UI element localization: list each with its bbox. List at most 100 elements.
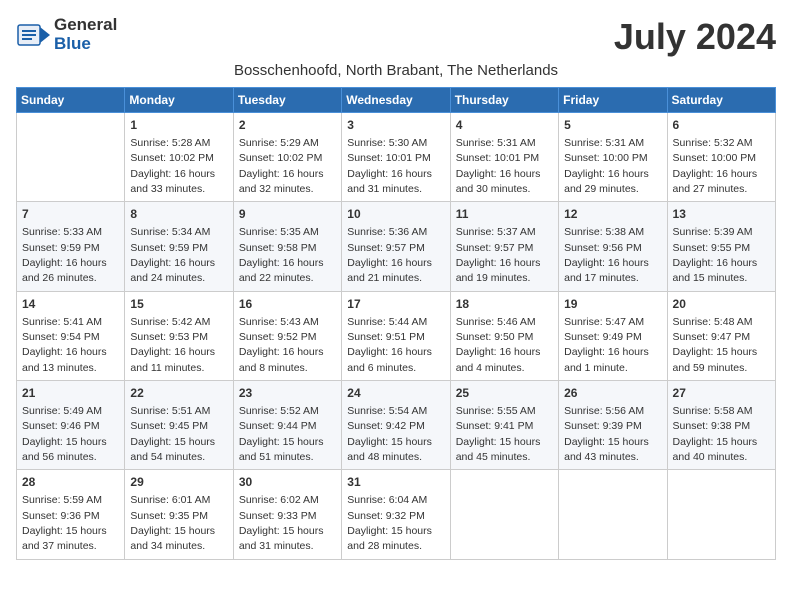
day-number: 18 — [456, 296, 553, 313]
weekday-header-monday: Monday — [125, 88, 233, 113]
day-number: 22 — [130, 385, 227, 402]
calendar-cell: 25 Sunrise: 5:55 AMSunset: 9:41 PMDaylig… — [450, 381, 558, 470]
calendar-cell: 15 Sunrise: 5:42 AMSunset: 9:53 PMDaylig… — [125, 291, 233, 380]
calendar-cell: 6 Sunrise: 5:32 AMSunset: 10:00 PMDaylig… — [667, 113, 775, 202]
day-number: 25 — [456, 385, 553, 402]
day-info: Sunrise: 5:38 AMSunset: 9:56 PMDaylight:… — [564, 226, 649, 284]
day-info: Sunrise: 5:58 AMSunset: 9:38 PMDaylight:… — [673, 405, 758, 463]
calendar-cell: 14 Sunrise: 5:41 AMSunset: 9:54 PMDaylig… — [17, 291, 125, 380]
weekday-header-sunday: Sunday — [17, 88, 125, 113]
calendar-cell — [559, 470, 667, 559]
day-info: Sunrise: 6:02 AMSunset: 9:33 PMDaylight:… — [239, 494, 324, 552]
day-number: 31 — [347, 474, 444, 491]
calendar-cell: 9 Sunrise: 5:35 AMSunset: 9:58 PMDayligh… — [233, 202, 341, 291]
weekday-header-friday: Friday — [559, 88, 667, 113]
month-title: July 2024 — [614, 16, 776, 58]
day-info: Sunrise: 5:35 AMSunset: 9:58 PMDaylight:… — [239, 226, 324, 284]
day-info: Sunrise: 5:31 AMSunset: 10:01 PMDaylight… — [456, 137, 541, 195]
day-number: 1 — [130, 117, 227, 134]
calendar-cell: 22 Sunrise: 5:51 AMSunset: 9:45 PMDaylig… — [125, 381, 233, 470]
day-number: 5 — [564, 117, 661, 134]
calendar-table: SundayMondayTuesdayWednesdayThursdayFrid… — [16, 87, 776, 560]
calendar-cell: 27 Sunrise: 5:58 AMSunset: 9:38 PMDaylig… — [667, 381, 775, 470]
day-number: 9 — [239, 206, 336, 223]
day-info: Sunrise: 5:29 AMSunset: 10:02 PMDaylight… — [239, 137, 324, 195]
day-number: 12 — [564, 206, 661, 223]
calendar-cell: 1 Sunrise: 5:28 AMSunset: 10:02 PMDaylig… — [125, 113, 233, 202]
calendar-cell: 10 Sunrise: 5:36 AMSunset: 9:57 PMDaylig… — [342, 202, 450, 291]
day-info: Sunrise: 6:04 AMSunset: 9:32 PMDaylight:… — [347, 494, 432, 552]
day-info: Sunrise: 5:59 AMSunset: 9:36 PMDaylight:… — [22, 494, 107, 552]
day-number: 13 — [673, 206, 770, 223]
day-number: 30 — [239, 474, 336, 491]
weekday-header-wednesday: Wednesday — [342, 88, 450, 113]
day-number: 20 — [673, 296, 770, 313]
weekday-header-thursday: Thursday — [450, 88, 558, 113]
calendar-cell: 16 Sunrise: 5:43 AMSunset: 9:52 PMDaylig… — [233, 291, 341, 380]
day-number: 19 — [564, 296, 661, 313]
calendar-cell — [667, 470, 775, 559]
day-info: Sunrise: 5:33 AMSunset: 9:59 PMDaylight:… — [22, 226, 107, 284]
day-info: Sunrise: 5:51 AMSunset: 9:45 PMDaylight:… — [130, 405, 215, 463]
calendar-cell: 31 Sunrise: 6:04 AMSunset: 9:32 PMDaylig… — [342, 470, 450, 559]
day-info: Sunrise: 5:36 AMSunset: 9:57 PMDaylight:… — [347, 226, 432, 284]
day-info: Sunrise: 6:01 AMSunset: 9:35 PMDaylight:… — [130, 494, 215, 552]
day-number: 10 — [347, 206, 444, 223]
calendar-cell: 30 Sunrise: 6:02 AMSunset: 9:33 PMDaylig… — [233, 470, 341, 559]
day-info: Sunrise: 5:31 AMSunset: 10:00 PMDaylight… — [564, 137, 649, 195]
day-info: Sunrise: 5:47 AMSunset: 9:49 PMDaylight:… — [564, 316, 649, 374]
day-number: 17 — [347, 296, 444, 313]
calendar-cell: 3 Sunrise: 5:30 AMSunset: 10:01 PMDaylig… — [342, 113, 450, 202]
calendar-cell — [17, 113, 125, 202]
day-number: 2 — [239, 117, 336, 134]
calendar-cell: 26 Sunrise: 5:56 AMSunset: 9:39 PMDaylig… — [559, 381, 667, 470]
day-number: 3 — [347, 117, 444, 134]
day-number: 29 — [130, 474, 227, 491]
day-number: 14 — [22, 296, 119, 313]
calendar-cell: 8 Sunrise: 5:34 AMSunset: 9:59 PMDayligh… — [125, 202, 233, 291]
day-info: Sunrise: 5:28 AMSunset: 10:02 PMDaylight… — [130, 137, 215, 195]
day-number: 15 — [130, 296, 227, 313]
day-info: Sunrise: 5:41 AMSunset: 9:54 PMDaylight:… — [22, 316, 107, 374]
calendar-cell: 17 Sunrise: 5:44 AMSunset: 9:51 PMDaylig… — [342, 291, 450, 380]
calendar-cell: 12 Sunrise: 5:38 AMSunset: 9:56 PMDaylig… — [559, 202, 667, 291]
day-info: Sunrise: 5:37 AMSunset: 9:57 PMDaylight:… — [456, 226, 541, 284]
calendar-cell: 20 Sunrise: 5:48 AMSunset: 9:47 PMDaylig… — [667, 291, 775, 380]
day-number: 6 — [673, 117, 770, 134]
calendar-cell: 2 Sunrise: 5:29 AMSunset: 10:02 PMDaylig… — [233, 113, 341, 202]
day-number: 24 — [347, 385, 444, 402]
day-info: Sunrise: 5:44 AMSunset: 9:51 PMDaylight:… — [347, 316, 432, 374]
calendar-cell — [450, 470, 558, 559]
day-info: Sunrise: 5:34 AMSunset: 9:59 PMDaylight:… — [130, 226, 215, 284]
calendar-cell: 23 Sunrise: 5:52 AMSunset: 9:44 PMDaylig… — [233, 381, 341, 470]
day-info: Sunrise: 5:56 AMSunset: 9:39 PMDaylight:… — [564, 405, 649, 463]
day-number: 11 — [456, 206, 553, 223]
day-info: Sunrise: 5:48 AMSunset: 9:47 PMDaylight:… — [673, 316, 758, 374]
day-info: Sunrise: 5:39 AMSunset: 9:55 PMDaylight:… — [673, 226, 758, 284]
calendar-cell: 19 Sunrise: 5:47 AMSunset: 9:49 PMDaylig… — [559, 291, 667, 380]
calendar-cell: 18 Sunrise: 5:46 AMSunset: 9:50 PMDaylig… — [450, 291, 558, 380]
location-title: Bosschenhoofd, North Brabant, The Nether… — [16, 62, 776, 79]
day-info: Sunrise: 5:43 AMSunset: 9:52 PMDaylight:… — [239, 316, 324, 374]
calendar-cell: 24 Sunrise: 5:54 AMSunset: 9:42 PMDaylig… — [342, 381, 450, 470]
day-number: 4 — [456, 117, 553, 134]
day-number: 7 — [22, 206, 119, 223]
day-number: 21 — [22, 385, 119, 402]
calendar-cell: 28 Sunrise: 5:59 AMSunset: 9:36 PMDaylig… — [17, 470, 125, 559]
calendar-cell: 13 Sunrise: 5:39 AMSunset: 9:55 PMDaylig… — [667, 202, 775, 291]
logo: General Blue — [16, 16, 117, 53]
calendar-cell: 7 Sunrise: 5:33 AMSunset: 9:59 PMDayligh… — [17, 202, 125, 291]
weekday-header-saturday: Saturday — [667, 88, 775, 113]
day-info: Sunrise: 5:49 AMSunset: 9:46 PMDaylight:… — [22, 405, 107, 463]
logo-blue: Blue — [54, 35, 117, 54]
calendar-cell: 11 Sunrise: 5:37 AMSunset: 9:57 PMDaylig… — [450, 202, 558, 291]
day-info: Sunrise: 5:42 AMSunset: 9:53 PMDaylight:… — [130, 316, 215, 374]
day-number: 26 — [564, 385, 661, 402]
day-info: Sunrise: 5:52 AMSunset: 9:44 PMDaylight:… — [239, 405, 324, 463]
day-number: 16 — [239, 296, 336, 313]
day-info: Sunrise: 5:32 AMSunset: 10:00 PMDaylight… — [673, 137, 758, 195]
calendar-cell: 21 Sunrise: 5:49 AMSunset: 9:46 PMDaylig… — [17, 381, 125, 470]
page-header: General Blue July 2024 — [16, 16, 776, 58]
day-number: 23 — [239, 385, 336, 402]
calendar-cell: 29 Sunrise: 6:01 AMSunset: 9:35 PMDaylig… — [125, 470, 233, 559]
